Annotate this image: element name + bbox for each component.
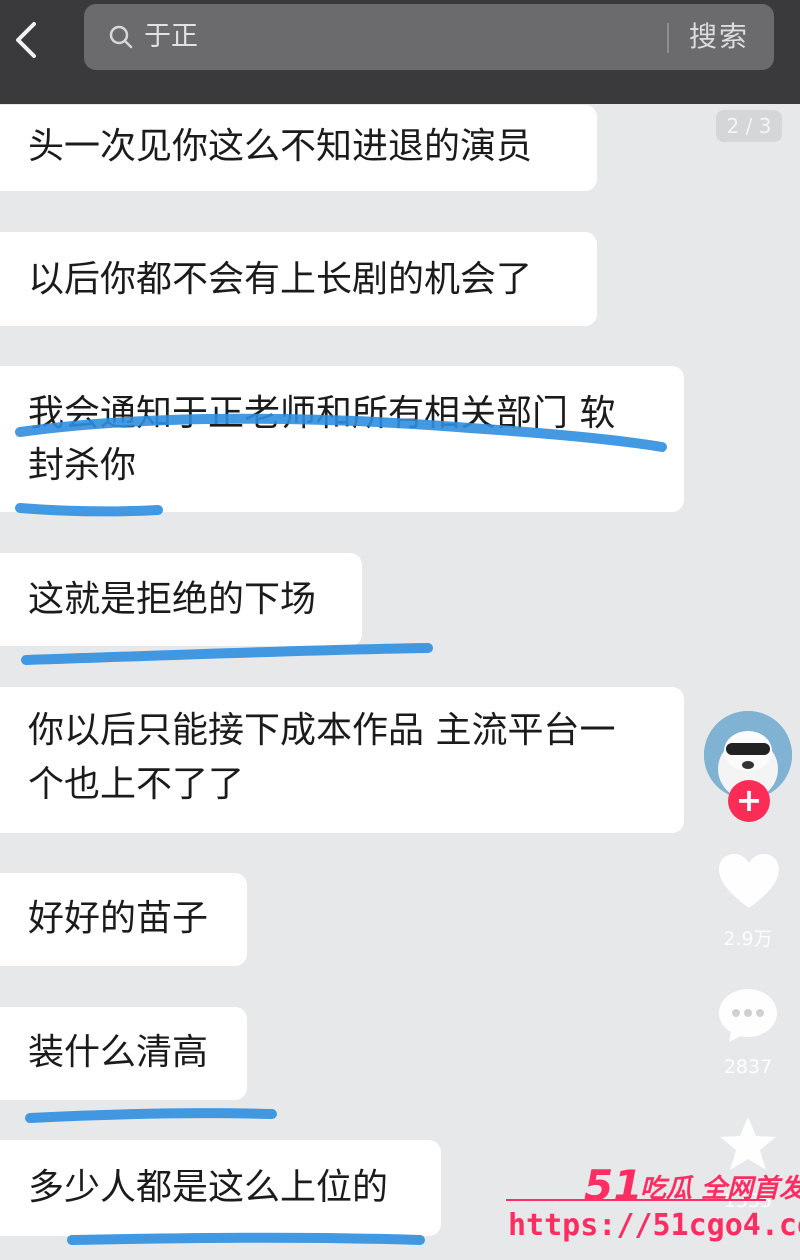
message-text: 封杀你	[28, 445, 137, 486]
top-bar: 于正 搜索	[0, 0, 800, 104]
message-text: 你以后只能接下成本作品 主流平台一	[28, 710, 616, 751]
chat-bubble: 以后你都不会有上长剧的机会了	[0, 232, 597, 326]
message-text: 头一次见你这么不知进退的演员	[28, 126, 533, 167]
message-text: 好好的苗子	[28, 898, 209, 939]
site-watermark: 51 吃瓜 全网首发 https://51cgo4.com	[500, 1158, 800, 1258]
underline-stroke	[21, 643, 433, 665]
watermark-line	[506, 1199, 766, 1201]
follow-plus-button[interactable]: +	[728, 780, 770, 822]
chat-bubble: 我会通知于正老师和所有相关部门 软 封杀你	[0, 366, 684, 512]
comment-icon[interactable]	[716, 986, 780, 1048]
search-button[interactable]: 搜索	[689, 20, 749, 54]
heart-icon[interactable]	[716, 852, 782, 916]
chat-bubble: 好好的苗子	[0, 873, 247, 966]
message-text: 装什么清高	[28, 1032, 209, 1073]
watermark-brand-number: 51	[584, 1161, 643, 1210]
message-text: 以后你都不会有上长剧的机会了	[28, 259, 533, 300]
message-text: 我会通知于正老师和所有相关部门 软	[28, 393, 616, 434]
search-icon	[108, 24, 134, 50]
chat-bubble: 你以后只能接下成本作品 主流平台一 个也上不了了	[0, 687, 684, 833]
search-divider	[667, 23, 669, 53]
chat-bubble: 装什么清高	[0, 1007, 247, 1100]
back-icon[interactable]	[6, 14, 50, 66]
comment-count: 2837	[723, 1056, 773, 1078]
watermark-url: https://51cgo4.com	[508, 1208, 800, 1243]
chat-bubble: 多少人都是这么上位的	[0, 1140, 441, 1236]
underline-stroke	[67, 1232, 425, 1245]
message-text: 个也上不了了	[28, 764, 245, 805]
message-text: 多少人都是这么上位的	[28, 1167, 389, 1208]
message-text: 这就是拒绝的下场	[28, 579, 317, 620]
chat-bubble: 头一次见你这么不知进退的演员	[0, 105, 597, 191]
search-input[interactable]: 于正 搜索	[84, 4, 774, 70]
search-query[interactable]: 于正	[144, 20, 198, 54]
like-count: 2.9万	[723, 928, 773, 950]
underline-stroke	[25, 1108, 277, 1123]
chat-bubble: 这就是拒绝的下场	[0, 553, 362, 646]
page-indicator: 2 / 3	[716, 110, 782, 142]
